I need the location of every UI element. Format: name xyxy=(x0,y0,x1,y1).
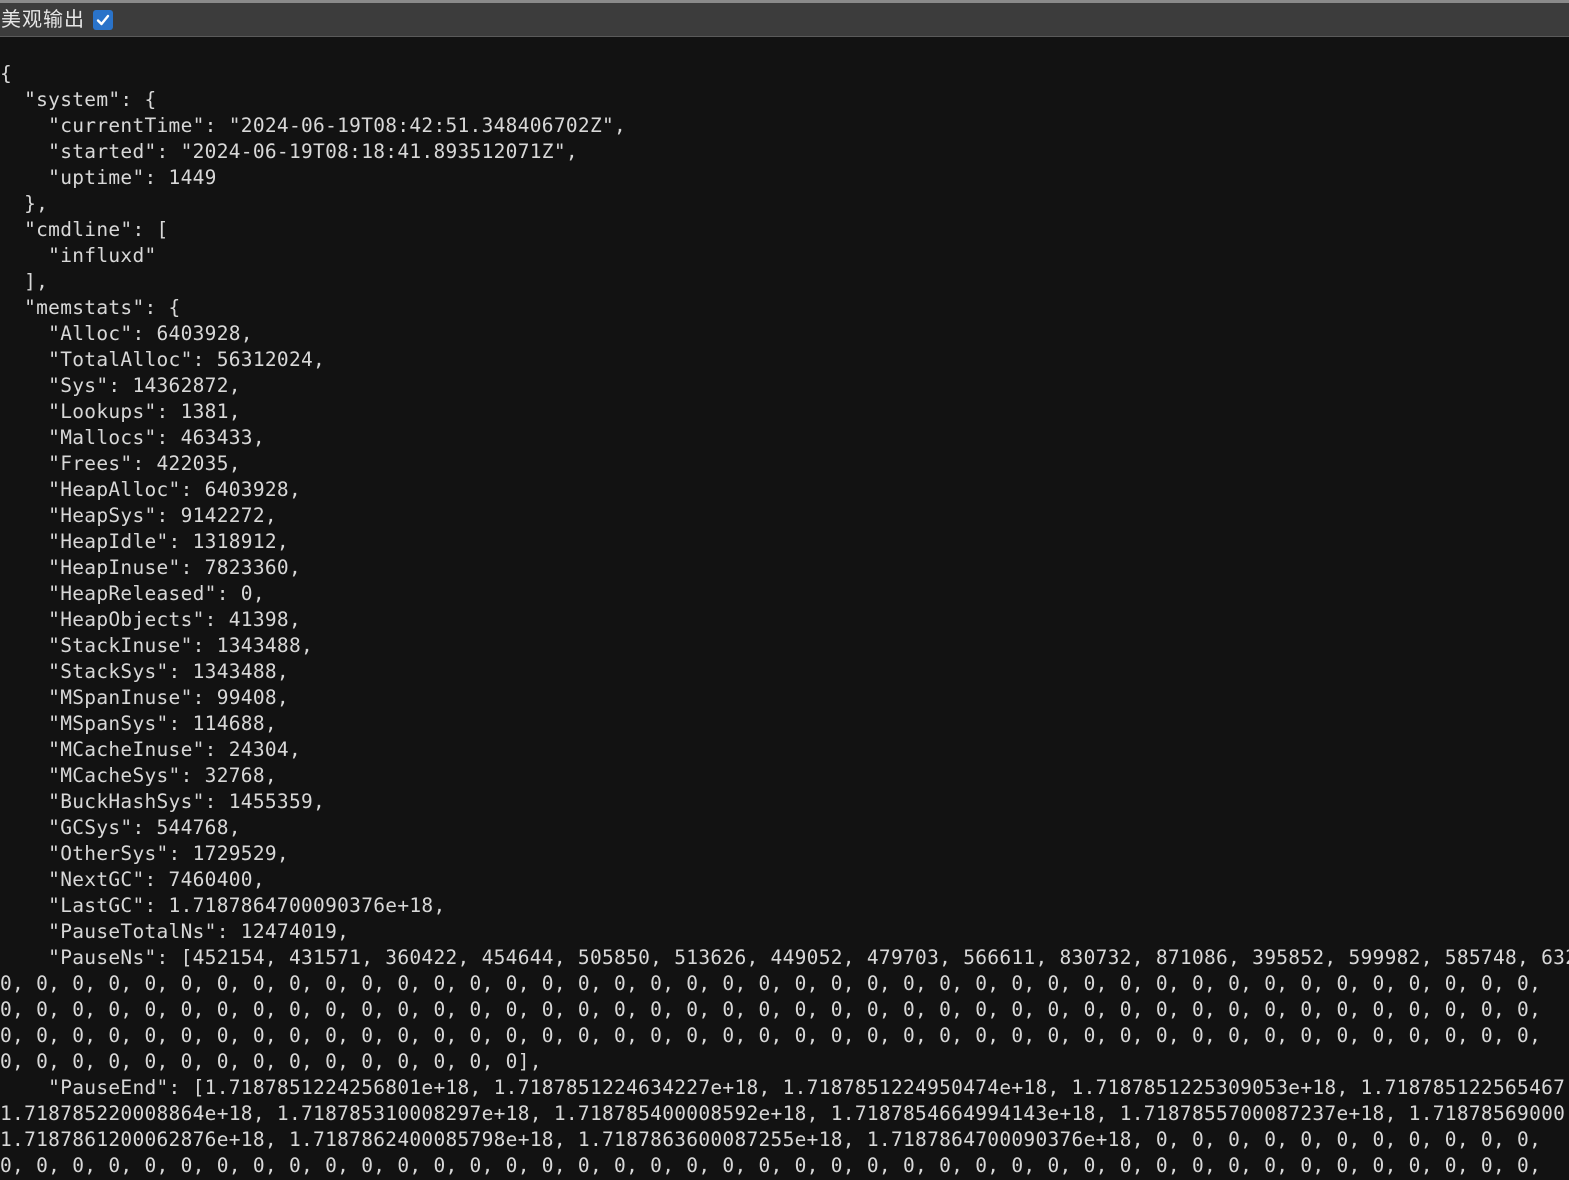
json-line: 1.718785220008864e+18, 1.718785310008297… xyxy=(0,1102,1566,1125)
json-line: "GCSys": 544768, xyxy=(0,816,241,839)
json-line: "LastGC": 1.7187864700090376e+18, xyxy=(0,894,446,917)
json-line: "PauseEnd": [1.7187851224256801e+18, 1.7… xyxy=(0,1076,1566,1099)
json-line: "NextGC": 7460400, xyxy=(0,868,265,891)
json-line: "MSpanSys": 114688, xyxy=(0,712,277,735)
json-line: "started": "2024-06-19T08:18:41.89351207… xyxy=(0,140,578,163)
json-line: "StackInuse": 1343488, xyxy=(0,634,314,657)
json-line: "influxd" xyxy=(0,244,157,267)
json-line: "HeapAlloc": 6403928, xyxy=(0,478,301,501)
json-line: "PauseTotalNs": 12474019, xyxy=(0,920,350,943)
json-line: "Lookups": 1381, xyxy=(0,400,241,423)
json-line: 0, 0, 0, 0, 0, 0, 0, 0, 0, 0, 0, 0, 0, 0… xyxy=(0,972,1542,995)
json-line: "BuckHashSys": 1455359, xyxy=(0,790,326,813)
json-line: "TotalAlloc": 56312024, xyxy=(0,348,326,371)
json-line: "MSpanInuse": 99408, xyxy=(0,686,289,709)
json-line: "cmdline": [ xyxy=(0,218,169,241)
json-line: 1.7187861200062876e+18, 1.71878624000857… xyxy=(0,1128,1542,1151)
json-line: "HeapObjects": 41398, xyxy=(0,608,301,631)
json-line: "currentTime": "2024-06-19T08:42:51.3484… xyxy=(0,114,627,137)
json-line: "Sys": 14362872, xyxy=(0,374,241,397)
json-line: 0, 0, 0, 0, 0, 0, 0, 0, 0, 0, 0, 0, 0, 0… xyxy=(0,1050,542,1073)
json-line: "system": { xyxy=(0,88,157,111)
json-line: "Frees": 422035, xyxy=(0,452,241,475)
json-line: "OtherSys": 1729529, xyxy=(0,842,289,865)
json-line: "HeapSys": 9142272, xyxy=(0,504,277,527)
json-line: "PauseNs": [452154, 431571, 360422, 4546… xyxy=(0,946,1569,969)
json-line: "StackSys": 1343488, xyxy=(0,660,289,683)
json-line: "MCacheInuse": 24304, xyxy=(0,738,301,761)
json-line: "Mallocs": 463433, xyxy=(0,426,265,449)
toolbar: 美观输出 xyxy=(0,0,1569,37)
json-line: "MCacheSys": 32768, xyxy=(0,764,277,787)
json-output-area[interactable]: { "system": { "currentTime": "2024-06-19… xyxy=(0,61,1569,1180)
checkmark-icon xyxy=(96,14,110,25)
json-line: 0, 0, 0, 0, 0, 0, 0, 0, 0, 0, 0, 0, 0, 0… xyxy=(0,998,1542,1021)
json-line: "uptime": 1449 xyxy=(0,166,217,189)
json-line: { xyxy=(0,62,13,85)
json-line: "HeapReleased": 0, xyxy=(0,582,265,605)
json-line: "HeapIdle": 1318912, xyxy=(0,530,289,553)
json-line: 0, 0, 0, 0, 0, 0, 0, 0, 0, 0, 0, 0, 0, 0… xyxy=(0,1024,1542,1047)
json-line: "Alloc": 6403928, xyxy=(0,322,253,345)
json-line: "HeapInuse": 7823360, xyxy=(0,556,301,579)
pretty-print-checkbox[interactable] xyxy=(93,9,113,30)
json-line: ], xyxy=(0,270,49,293)
json-output: { "system": { "currentTime": "2024-06-19… xyxy=(0,61,1569,1179)
pretty-print-label[interactable]: 美观输出 xyxy=(1,3,85,36)
json-line: 0, 0, 0, 0, 0, 0, 0, 0, 0, 0, 0, 0, 0, 0… xyxy=(0,1154,1542,1177)
json-line: }, xyxy=(0,192,49,215)
json-line: "memstats": { xyxy=(0,296,181,319)
